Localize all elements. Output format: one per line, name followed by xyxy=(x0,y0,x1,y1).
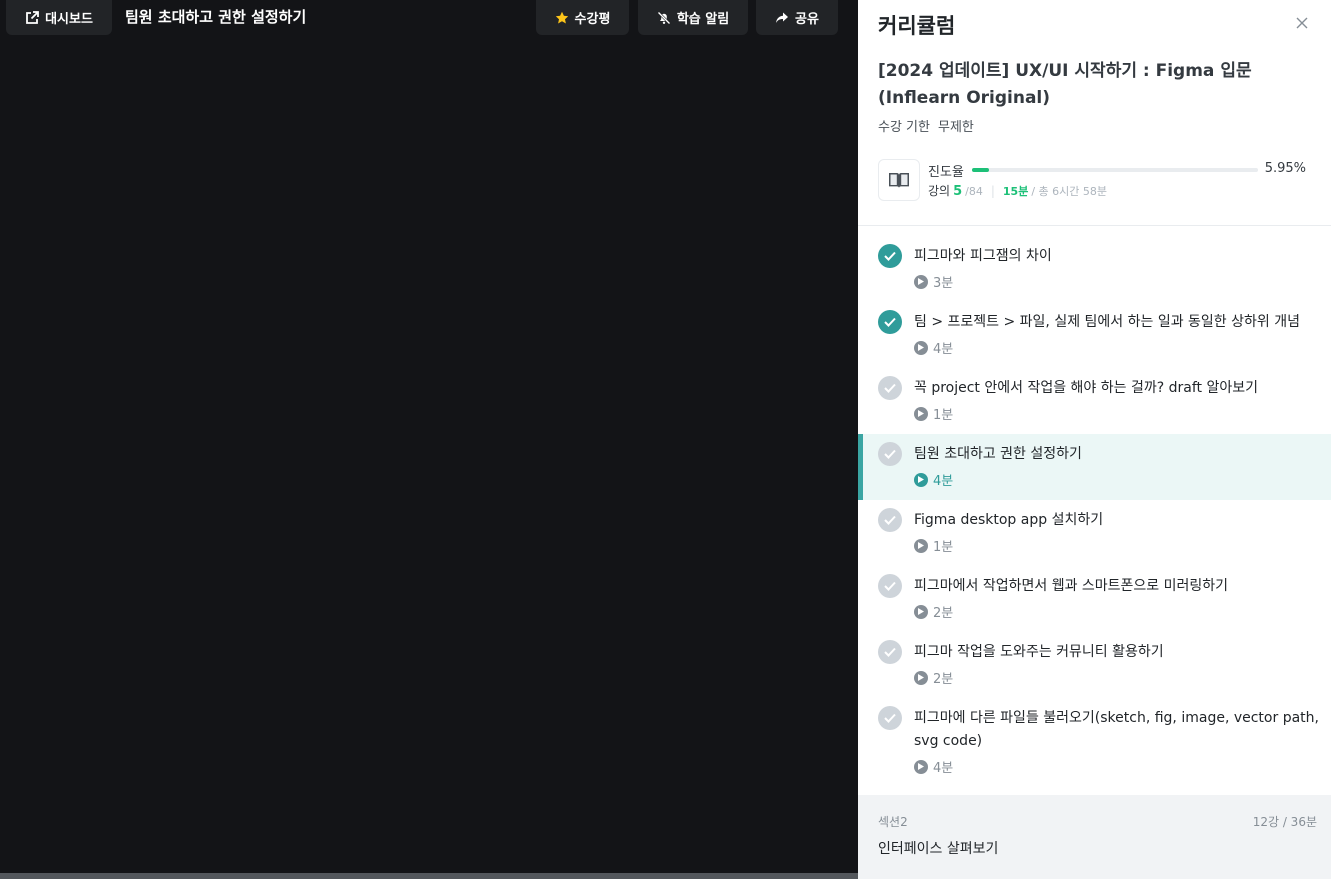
lecture-duration: 4분 xyxy=(933,474,954,489)
course-title: [2024 업데이트] UX/UI 시작하기 : Figma 입문 (Infle… xyxy=(878,61,1252,108)
check-circle-icon[interactable] xyxy=(878,706,902,730)
review-button[interactable]: 수강평 xyxy=(536,0,629,35)
progress-percent: 5.95% xyxy=(1264,161,1306,176)
time-total: / 총 6시간 58분 xyxy=(1031,185,1107,198)
progress-bar xyxy=(972,168,1258,172)
lecture-meta: 1분 xyxy=(914,536,953,555)
lecture-item[interactable]: Figma desktop app 설치하기 1분 xyxy=(858,500,1331,566)
share-arrow-icon xyxy=(776,12,789,23)
section-header[interactable]: 섹션2 12강 / 36분 인터페이스 살펴보기 xyxy=(858,795,1331,879)
check-circle-icon[interactable] xyxy=(878,442,902,466)
close-icon[interactable] xyxy=(1295,16,1309,30)
player-topbar: 대시보드 팀원 초대하고 권한 설정하기 수강평 학습 알림 공유 xyxy=(0,0,858,40)
play-icon xyxy=(914,670,928,685)
play-icon xyxy=(914,604,928,619)
lecture-meta: 4분 xyxy=(914,757,953,776)
check-circle-icon[interactable] xyxy=(878,376,902,400)
lecture-duration: 1분 xyxy=(933,408,954,423)
lecture-title: 꼭 project 안에서 작업을 해야 하는 걸까? draft 알아보기 xyxy=(914,380,1258,396)
video-seek-bar[interactable] xyxy=(0,873,858,879)
check-circle-icon[interactable] xyxy=(878,508,902,532)
panel-header: 커리큘럼 [2024 업데이트] UX/UI 시작하기 : Figma 입문 (… xyxy=(858,0,1331,226)
bell-off-icon xyxy=(657,11,671,24)
lecture-meta: 4분 xyxy=(914,338,953,357)
lectures-total: /84 xyxy=(965,185,983,198)
lecture-duration: 4분 xyxy=(933,342,954,357)
lectures-done: 5 xyxy=(953,184,963,199)
alarm-label: 학습 알림 xyxy=(676,12,730,27)
lecture-title: 팀원 초대하고 권한 설정하기 xyxy=(914,446,1082,462)
play-icon xyxy=(914,472,928,487)
progress-label: 진도율 xyxy=(928,165,964,180)
course-period: 수강 기한 무제한 xyxy=(878,116,974,135)
lecture-meta: 2분 xyxy=(914,602,953,621)
lecture-item[interactable]: 꼭 project 안에서 작업을 해야 하는 걸까? draft 알아보기 1분 xyxy=(858,368,1331,434)
lecture-duration: 4분 xyxy=(933,761,954,776)
play-icon xyxy=(914,340,928,355)
section-label: 섹션2 xyxy=(878,815,908,829)
section-name: 인터페이스 살펴보기 xyxy=(878,841,999,857)
panel-title: 커리큘럼 xyxy=(878,14,956,38)
lecture-meta: 1분 xyxy=(914,404,953,423)
lecture-title: 피그마에서 작업하면서 웹과 스마트폰으로 미러링하기 xyxy=(914,578,1229,594)
divider: | xyxy=(990,184,995,198)
lecture-meta: 3분 xyxy=(914,272,953,291)
period-label: 수강 기한 xyxy=(878,120,930,135)
star-icon xyxy=(555,11,568,23)
lecture-title: 피그마에 다른 파일들 불러오기(sketch, fig, image, vec… xyxy=(914,710,1319,749)
lecture-item[interactable]: 피그마에 다른 파일들 불러오기(sketch, fig, image, vec… xyxy=(858,698,1331,787)
review-label: 수강평 xyxy=(574,12,611,27)
play-icon xyxy=(914,274,928,289)
play-icon xyxy=(914,406,928,421)
play-icon xyxy=(914,538,928,553)
progress-summary: 진도율 5.95% 강의 5 /84 | 15분 / 총 6시간 58분 xyxy=(878,159,1311,201)
lecture-duration: 1분 xyxy=(933,540,954,555)
lecture-meta: 2분 xyxy=(914,668,953,687)
alarm-button[interactable]: 학습 알림 xyxy=(638,0,748,35)
share-button[interactable]: 공유 xyxy=(756,0,838,35)
dashboard-button[interactable]: 대시보드 xyxy=(6,0,112,35)
lecture-duration: 2분 xyxy=(933,672,954,687)
check-circle-icon[interactable] xyxy=(878,574,902,598)
curriculum-panel: 커리큘럼 [2024 업데이트] UX/UI 시작하기 : Figma 입문 (… xyxy=(858,0,1331,879)
book-icon xyxy=(878,159,920,201)
lecture-count: 강의 5 /84 | 15분 / 총 6시간 58분 xyxy=(928,182,1107,199)
lecture-item[interactable]: 피그마와 피그잼의 차이 3분 xyxy=(858,236,1331,302)
period-value: 무제한 xyxy=(937,120,974,135)
lecture-list: 피그마와 피그잼의 차이 3분팀 > 프로젝트 > 파일, 실제 팀에서 하는 일… xyxy=(858,236,1331,787)
lecture-title: 피그마 작업을 도와주는 커뮤니티 활용하기 xyxy=(914,644,1164,660)
lecture-label: 강의 xyxy=(928,184,951,198)
lecture-item[interactable]: 피그마에서 작업하면서 웹과 스마트폰으로 미러링하기 2분 xyxy=(858,566,1331,632)
lecture-item[interactable]: 피그마 작업을 도와주는 커뮤니티 활용하기 2분 xyxy=(858,632,1331,698)
check-circle-icon[interactable] xyxy=(878,640,902,664)
dashboard-label: 대시보드 xyxy=(45,12,93,27)
lecture-duration: 3분 xyxy=(933,276,954,291)
time-done: 15분 xyxy=(1002,185,1029,198)
lecture-title: 피그마와 피그잼의 차이 xyxy=(914,248,1052,264)
lesson-title: 팀원 초대하고 권한 설정하기 xyxy=(125,8,307,26)
lecture-title: 팀 > 프로젝트 > 파일, 실제 팀에서 하는 일과 동일한 상하위 개념 xyxy=(914,314,1300,330)
lecture-item[interactable]: 팀 > 프로젝트 > 파일, 실제 팀에서 하는 일과 동일한 상하위 개념 4분 xyxy=(858,302,1331,368)
video-player[interactable]: 대시보드 팀원 초대하고 권한 설정하기 수강평 학습 알림 공유 xyxy=(0,0,858,879)
lecture-item[interactable]: 팀원 초대하고 권한 설정하기 4분 xyxy=(858,434,1331,500)
play-icon xyxy=(914,759,928,774)
share-label: 공유 xyxy=(795,12,819,27)
lecture-meta: 4분 xyxy=(914,470,953,489)
check-circle-icon[interactable] xyxy=(878,244,902,268)
check-circle-icon[interactable] xyxy=(878,310,902,334)
lecture-title: Figma desktop app 설치하기 xyxy=(914,512,1104,528)
progress-bar-fill xyxy=(972,168,990,172)
external-link-icon xyxy=(26,10,39,24)
section-count: 12강 / 36분 xyxy=(1252,815,1317,829)
lecture-duration: 2분 xyxy=(933,606,954,621)
